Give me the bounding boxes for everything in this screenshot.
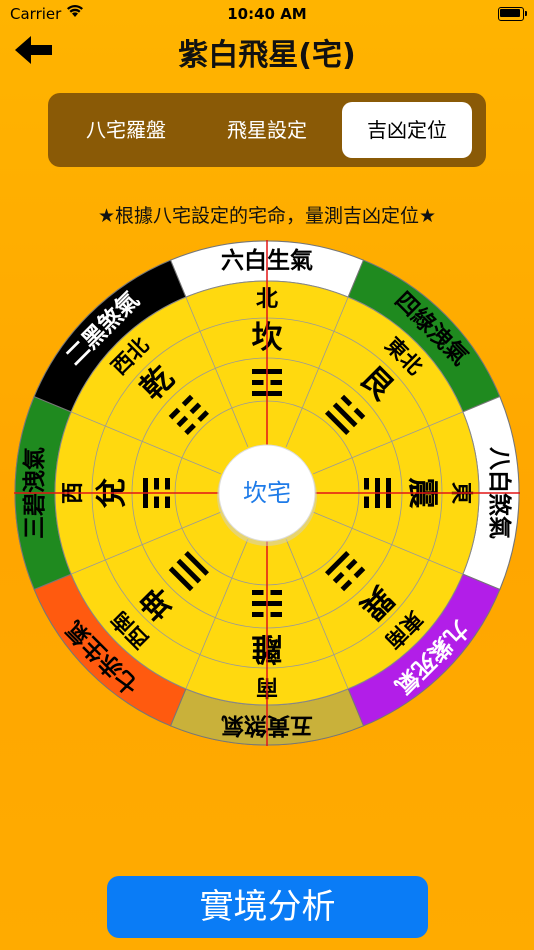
center-label: 坎宅 xyxy=(243,479,291,507)
subtitle: ★根據八宅設定的宅命，量測吉凶定位★ xyxy=(97,205,437,227)
status-bar: Carrier 10:40 AM xyxy=(0,0,534,28)
tab-flying-star-settings[interactable]: 飛星設定 xyxy=(198,102,336,158)
compass-chart: 六白生氣北坎 四綠洩氣東北艮八白煞氣東震九紫死氣東南巽五黃煞氣南離七赤生氣西南坤三… xyxy=(14,240,520,746)
page-title: 紫白飛星(宅) xyxy=(178,38,356,73)
analyze-button[interactable]: 實境分析 xyxy=(107,876,428,938)
tab-auspicious-positions[interactable]: 吉凶定位 xyxy=(342,102,472,158)
status-time: 10:40 AM xyxy=(227,5,307,23)
segmented-control: 八宅羅盤 飛星設定 吉凶定位 xyxy=(48,93,486,167)
battery-icon xyxy=(498,7,527,21)
tab-bazhai-compass[interactable]: 八宅羅盤 xyxy=(57,102,195,158)
